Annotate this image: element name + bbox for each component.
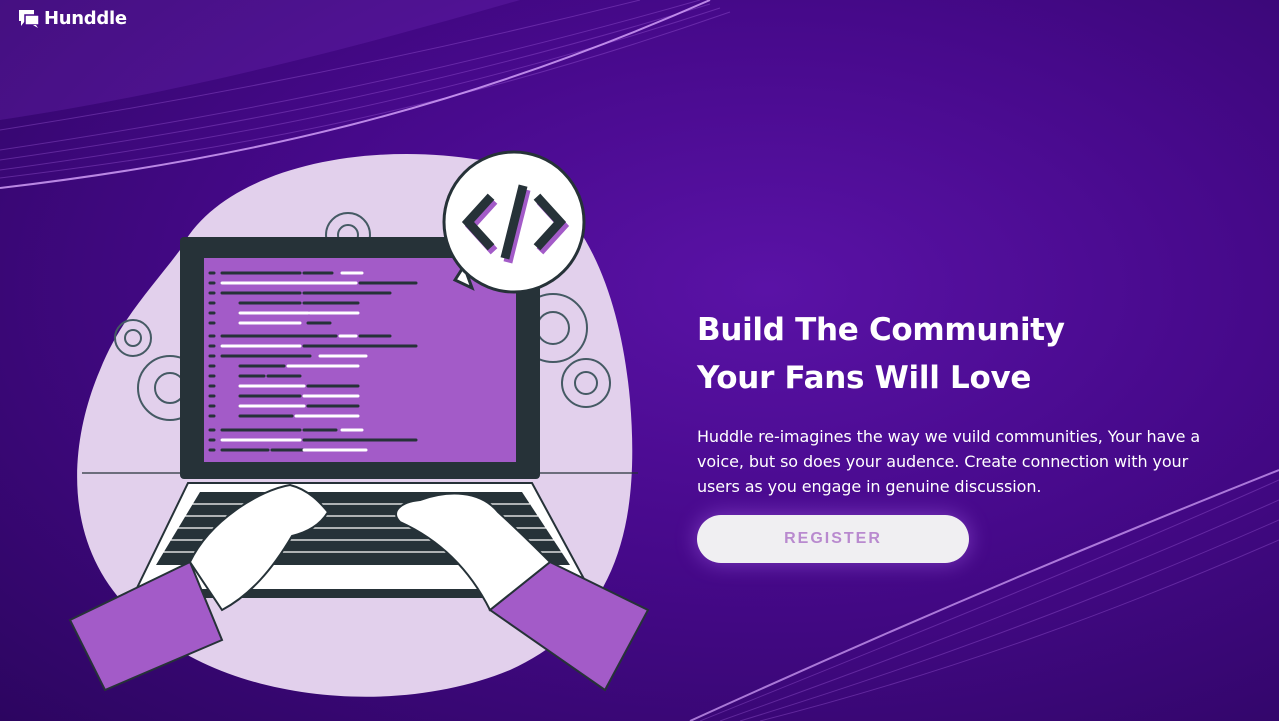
brand-logo[interactable]: Hunddle — [18, 8, 127, 29]
headline-line-2: Your Fans Will Love — [697, 360, 1032, 396]
brand-name: Hunddle — [44, 8, 127, 29]
hero-illustration — [68, 150, 650, 697]
headline-line-1: Build The Community — [697, 312, 1065, 348]
chat-bubbles-icon — [19, 9, 40, 28]
hero-headline: Build The Community Your Fans Will Love — [697, 306, 1217, 402]
register-button[interactable]: REGISTER — [697, 515, 969, 563]
hero-description: Huddle re-imagines the way we vuild comm… — [697, 427, 1201, 496]
hero-section: Build The Community Your Fans Will Love … — [697, 306, 1217, 499]
